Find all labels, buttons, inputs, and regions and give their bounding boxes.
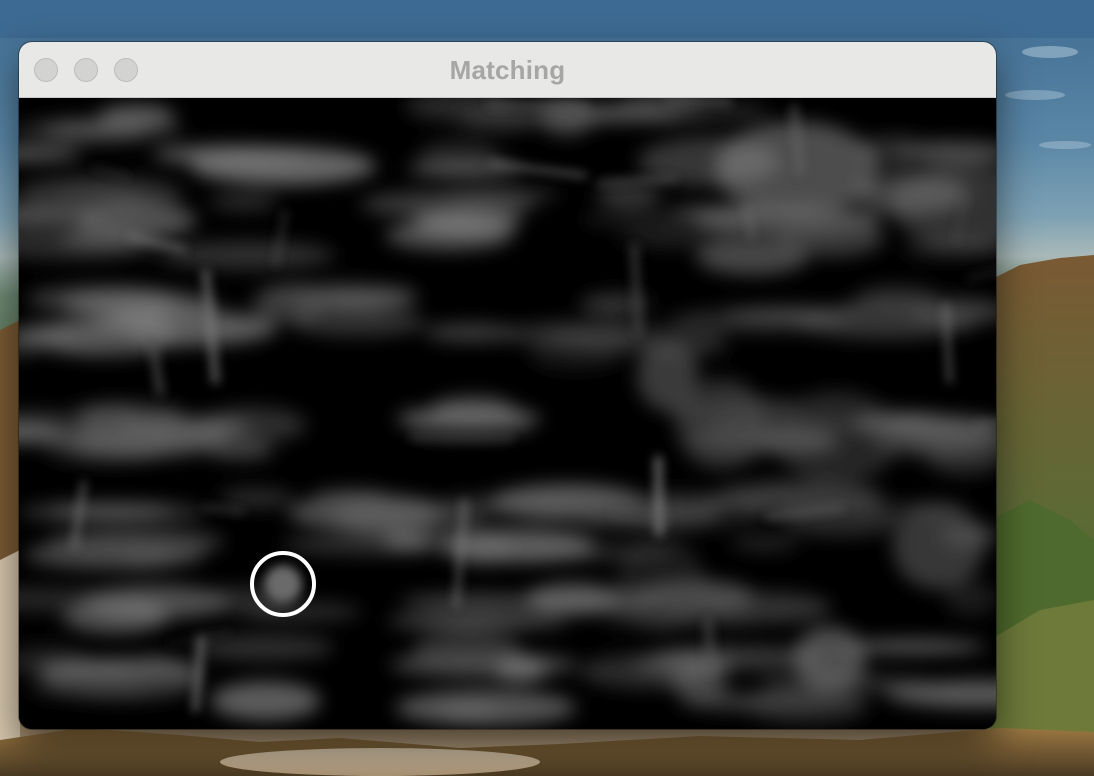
response-blob bbox=[67, 428, 225, 457]
response-blob bbox=[900, 415, 995, 451]
response-blob bbox=[844, 296, 930, 310]
response-blob bbox=[561, 496, 722, 529]
response-blob bbox=[53, 188, 147, 202]
response-streak bbox=[942, 302, 953, 384]
response-blob bbox=[387, 614, 569, 628]
response-blob bbox=[209, 193, 279, 211]
response-blob bbox=[19, 502, 207, 522]
response-streak bbox=[665, 98, 733, 106]
response-blob bbox=[731, 535, 799, 552]
matching-window: Matching bbox=[19, 42, 996, 729]
response-blob bbox=[775, 219, 885, 257]
response-blob bbox=[289, 308, 426, 336]
response-blob bbox=[152, 145, 306, 165]
response-blob bbox=[793, 626, 866, 691]
response-blob bbox=[71, 330, 142, 347]
response-blob bbox=[892, 503, 984, 590]
response-blob bbox=[24, 540, 205, 570]
response-blob bbox=[42, 666, 200, 701]
response-blob bbox=[192, 634, 334, 661]
response-blob bbox=[210, 681, 321, 721]
response-blob bbox=[615, 536, 706, 633]
response-blob bbox=[671, 668, 728, 699]
response-streak bbox=[654, 455, 663, 537]
response-blob bbox=[158, 240, 335, 270]
response-streak bbox=[703, 616, 716, 676]
response-blob bbox=[773, 391, 900, 484]
window-titlebar[interactable]: Matching bbox=[19, 42, 996, 98]
matching-result-canvas bbox=[19, 98, 996, 729]
match-glow bbox=[264, 565, 302, 603]
response-streak bbox=[486, 100, 590, 110]
response-blob bbox=[705, 592, 832, 624]
response-blob bbox=[281, 536, 454, 555]
response-blob bbox=[437, 704, 499, 717]
response-blob bbox=[400, 594, 557, 610]
response-blob bbox=[424, 323, 518, 343]
response-blob bbox=[675, 378, 768, 471]
response-blob bbox=[412, 631, 523, 669]
response-streak bbox=[630, 243, 643, 335]
response-blob bbox=[219, 488, 293, 508]
response-blob bbox=[385, 220, 513, 251]
window-title: Matching bbox=[449, 55, 566, 85]
response-blob bbox=[537, 107, 679, 123]
template-matching-result-map bbox=[19, 98, 996, 729]
response-blob bbox=[596, 182, 662, 209]
